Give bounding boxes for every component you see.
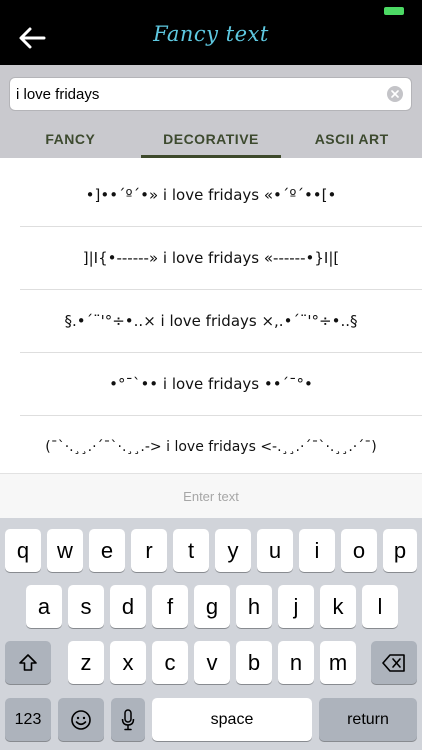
- key-j[interactable]: j: [278, 585, 314, 628]
- key-o[interactable]: o: [341, 529, 377, 572]
- emoji-key[interactable]: [58, 698, 104, 741]
- key-w[interactable]: w: [47, 529, 83, 572]
- clear-button[interactable]: [387, 86, 403, 102]
- key-z[interactable]: z: [68, 641, 104, 684]
- return-key[interactable]: return: [319, 698, 417, 741]
- search-input[interactable]: [16, 78, 386, 110]
- search-area: [0, 65, 422, 120]
- key-d[interactable]: d: [110, 585, 146, 628]
- backspace-icon: [382, 653, 405, 672]
- list-item[interactable]: §.•´¨'°÷•..× i love fridays ×,.•´¨'°÷•..…: [20, 290, 422, 353]
- style-tabs: FANCY DECORATIVE ASCII ART: [0, 120, 422, 158]
- battery-icon: [384, 7, 404, 15]
- dictation-key[interactable]: [111, 698, 145, 741]
- key-r[interactable]: r: [131, 529, 167, 572]
- tab-ascii-art[interactable]: ASCII ART: [281, 120, 422, 158]
- list-item[interactable]: ]|I{•------» i love fridays «------•}I|[: [20, 227, 422, 290]
- key-l[interactable]: l: [362, 585, 398, 628]
- key-k[interactable]: k: [320, 585, 356, 628]
- key-i[interactable]: i: [299, 529, 335, 572]
- close-icon: [391, 90, 399, 98]
- delete-key[interactable]: [371, 641, 417, 684]
- key-t[interactable]: t: [173, 529, 209, 572]
- shift-icon: [19, 653, 37, 671]
- enter-text-strip[interactable]: Enter text: [0, 473, 422, 518]
- emoji-icon: [71, 709, 91, 730]
- key-c[interactable]: c: [152, 641, 188, 684]
- numbers-key[interactable]: 123: [5, 698, 51, 741]
- key-p[interactable]: p: [383, 529, 417, 572]
- key-x[interactable]: x: [110, 641, 146, 684]
- search-box: [9, 77, 412, 111]
- list-item[interactable]: (¯`·.¸¸.·´¯`·.¸¸.-> i love fridays <-.¸¸…: [20, 416, 422, 473]
- key-y[interactable]: y: [215, 529, 251, 572]
- keyboard: q w e r t y u i o p a s d f g h j k l z …: [0, 518, 422, 750]
- enter-text-hint: Enter text: [183, 488, 239, 504]
- results-list: •]••´º´•» i love fridays «•´º´••[• ]|I{•…: [0, 158, 422, 473]
- key-a[interactable]: a: [26, 585, 62, 628]
- key-u[interactable]: u: [257, 529, 293, 572]
- key-g[interactable]: g: [194, 585, 230, 628]
- key-h[interactable]: h: [236, 585, 272, 628]
- app-title: Fancy text: [153, 22, 269, 46]
- key-b[interactable]: b: [236, 641, 272, 684]
- list-item[interactable]: •]••´º´•» i love fridays «•´º´••[•: [20, 164, 422, 227]
- shift-key[interactable]: [5, 641, 51, 684]
- key-n[interactable]: n: [278, 641, 314, 684]
- key-q[interactable]: q: [5, 529, 41, 572]
- key-e[interactable]: e: [89, 529, 125, 572]
- space-key[interactable]: space: [152, 698, 312, 741]
- key-s[interactable]: s: [68, 585, 104, 628]
- key-m[interactable]: m: [320, 641, 356, 684]
- app-header: Fancy text: [0, 0, 422, 65]
- tab-fancy[interactable]: FANCY: [0, 120, 141, 158]
- tab-decorative[interactable]: DECORATIVE: [140, 120, 282, 158]
- list-item[interactable]: •°¯`•• i love fridays ••´¯°•: [20, 353, 422, 416]
- key-f[interactable]: f: [152, 585, 188, 628]
- microphone-icon: [121, 708, 135, 730]
- key-v[interactable]: v: [194, 641, 230, 684]
